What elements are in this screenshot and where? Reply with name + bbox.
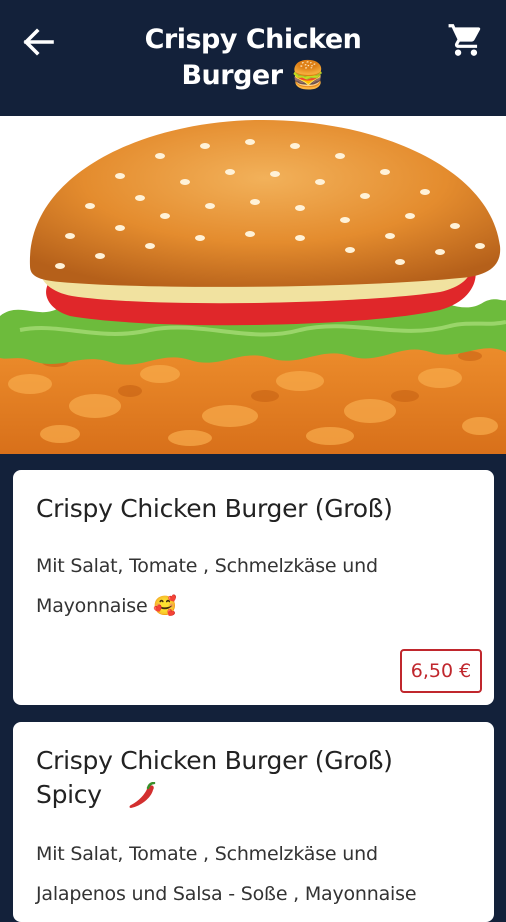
product-description: Mit Salat, Tomate , Schmelzkäse und Jala…	[36, 834, 474, 914]
product-name: Crispy Chicken Burger (Groß) Spicy	[36, 744, 474, 812]
product-name-spicy: Spicy	[36, 780, 102, 809]
product-description-line-1: Mit Salat, Tomate , Schmelzkäse und	[36, 555, 378, 577]
product-image	[0, 116, 506, 454]
product-name-line-1: Crispy Chicken Burger (Groß)	[36, 746, 393, 775]
price-button[interactable]: 6,50 €	[400, 649, 482, 693]
product-name: Crispy Chicken Burger (Groß)	[36, 494, 393, 523]
back-button[interactable]	[18, 22, 58, 62]
app-header: Crispy Chicken Burger 🍔	[0, 0, 506, 116]
product-description: Mit Salat, Tomate , Schmelzkäse und Mayo…	[36, 546, 474, 626]
page-title-line-2: Burger 🍔	[181, 60, 325, 91]
product-description-line-2: Mayonnaise 🥰	[36, 595, 177, 617]
product-description-line-2: Jalapenos und Salsa - Soße , Mayonnaise	[36, 883, 417, 905]
page-title: Crispy Chicken Burger 🍔	[100, 22, 406, 94]
product-card[interactable]: Crispy Chicken Burger (Groß) Mit Salat, …	[13, 470, 494, 705]
arrow-left-icon	[23, 28, 54, 56]
burger-illustration	[0, 119, 506, 454]
page-title-line-1: Crispy Chicken	[144, 24, 362, 55]
product-card[interactable]: Crispy Chicken Burger (Groß) Spicy Mit S…	[13, 722, 494, 922]
product-description-line-1: Mit Salat, Tomate , Schmelzkäse und	[36, 843, 378, 865]
cart-button[interactable]	[446, 20, 486, 60]
chili-pepper-icon	[129, 782, 156, 808]
shopping-cart-icon	[448, 24, 481, 56]
product-name-line-2: Spicy	[36, 778, 474, 812]
